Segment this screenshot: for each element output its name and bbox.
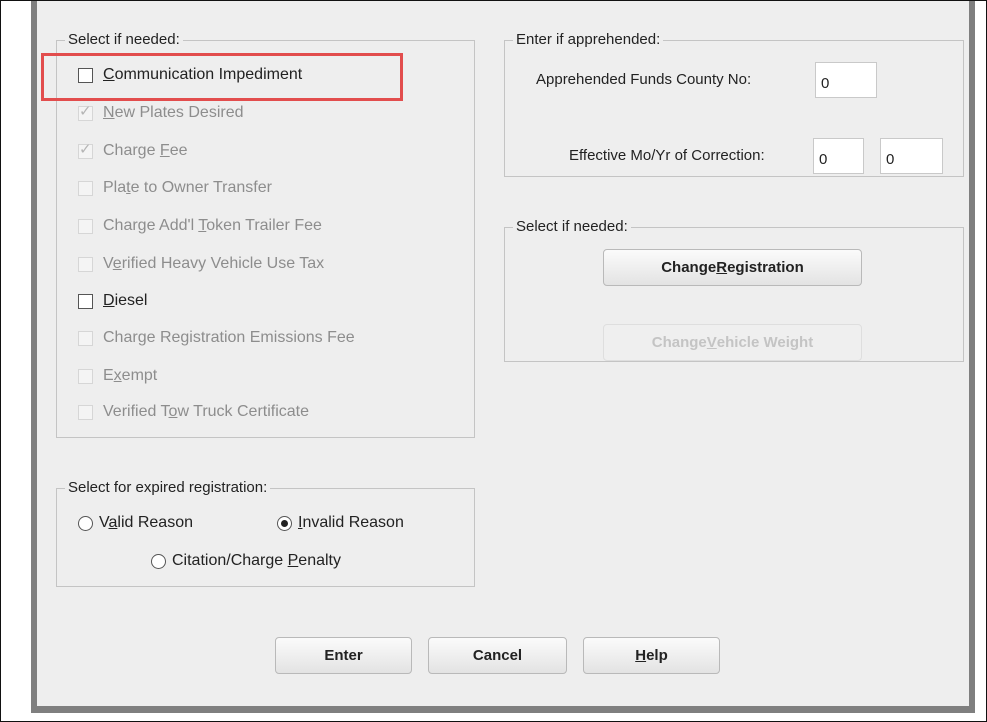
change-registration-button[interactable]: Change Registration (603, 249, 862, 286)
checkbox (78, 293, 93, 309)
invalid-reason-label: Invalid Reason (298, 514, 404, 531)
option-label: Plate to Owner Transfer (103, 179, 272, 196)
checkbox: ✓ (78, 102, 93, 121)
option-label: Exempt (103, 367, 158, 384)
check-icon: ✓ (79, 140, 92, 158)
option-checkbox-row[interactable]: ✓ Charge Fee (78, 140, 188, 162)
option-checkbox-row[interactable]: Verified Tow Truck Certificate (78, 401, 309, 423)
option-checkbox-row[interactable]: Charge Add'l Token Trailer Fee (78, 215, 322, 237)
option-label: Diesel (103, 292, 148, 309)
effective-label: Effective Mo/Yr of Correction: (569, 147, 765, 164)
option-label: New Plates Desired (103, 104, 244, 121)
valid-reason-radio[interactable]: Valid Reason (78, 514, 193, 532)
option-checkbox-row[interactable]: Charge Registration Emissions Fee (78, 327, 355, 349)
checkbox (78, 330, 93, 346)
expired-group-label: Select for expired registration: (65, 479, 271, 497)
enter-button[interactable]: Enter (275, 637, 412, 674)
apprehended-group-label: Enter if apprehended: (513, 31, 664, 49)
option-checkbox-row[interactable]: Plate to Owner Transfer (78, 177, 272, 199)
actions-group-label: Select if needed: (513, 218, 631, 236)
checkbox (78, 256, 93, 272)
checkbox (78, 218, 93, 234)
option-checkbox-row[interactable]: Verified Heavy Vehicle Use Tax (78, 253, 324, 275)
valid-reason-radio-circle (78, 515, 93, 531)
citation-penalty-radio[interactable]: Citation/Charge Penalty (151, 552, 341, 570)
option-label: Charge Fee (103, 142, 188, 159)
effective-month-input[interactable] (813, 138, 864, 174)
option-label: Verified Tow Truck Certificate (103, 403, 310, 420)
option-checkbox-row[interactable]: ✓ New Plates Desired (78, 102, 244, 124)
options-group-label: Select if needed: (65, 31, 183, 49)
option-label: Verified Heavy Vehicle Use Tax (103, 255, 325, 272)
help-button[interactable]: Help (583, 637, 720, 674)
checkbox (78, 180, 93, 196)
valid-reason-label: Valid Reason (99, 514, 193, 531)
check-icon: ✓ (79, 102, 92, 120)
checkbox (78, 404, 93, 420)
invalid-reason-radio[interactable]: Invalid Reason (277, 514, 404, 532)
option-checkbox-row[interactable]: Communication Impediment (78, 64, 302, 86)
county-label: Apprehended Funds County No: (536, 71, 752, 88)
cancel-button[interactable]: Cancel (428, 637, 567, 674)
option-label: Charge Registration Emissions Fee (103, 329, 355, 346)
option-label: Charge Add'l Token Trailer Fee (103, 217, 322, 234)
invalid-reason-radio-circle (277, 515, 292, 531)
citation-penalty-radio-circle (151, 553, 166, 569)
option-checkbox-row[interactable]: Diesel (78, 290, 147, 312)
county-input[interactable] (815, 62, 877, 98)
checkbox (78, 368, 93, 384)
checkbox: ✓ (78, 140, 93, 159)
checkbox (78, 67, 93, 83)
option-checkbox-row[interactable]: Exempt (78, 365, 157, 387)
effective-year-input[interactable] (880, 138, 943, 174)
citation-penalty-label: Citation/Charge Penalty (172, 552, 341, 569)
option-label: Communication Impediment (103, 66, 303, 83)
expired-registration-group: Select for expired registration: (56, 479, 475, 587)
change-vehicle-weight-button[interactable]: Change Vehicle Weight (603, 324, 862, 361)
